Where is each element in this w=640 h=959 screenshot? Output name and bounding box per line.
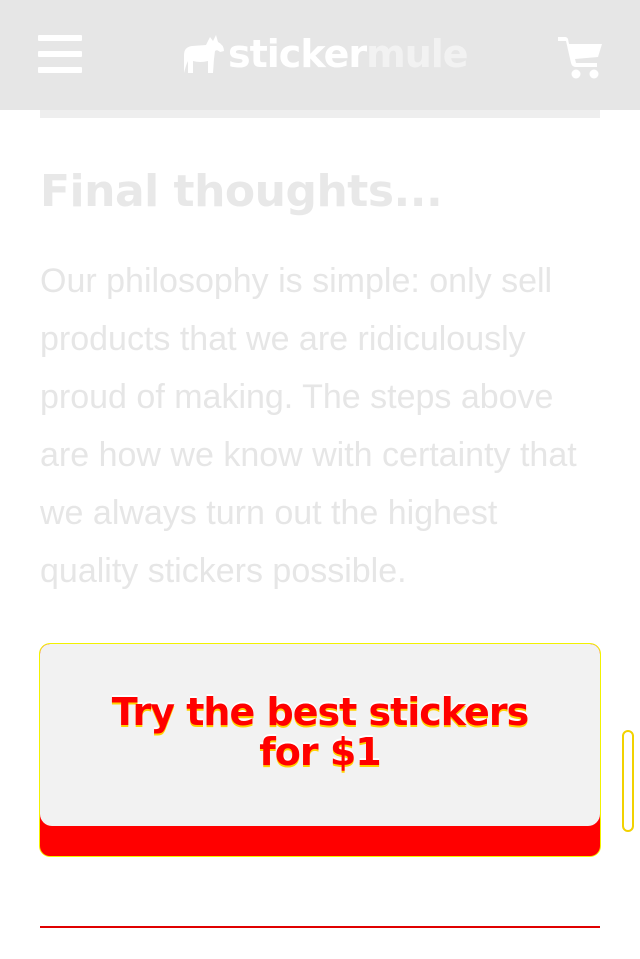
cta-label-line-1: Try the best stickers	[111, 690, 529, 734]
cta-button-face: Try the best stickers for $1	[40, 644, 600, 826]
cta-label: Try the best stickers for $1	[40, 692, 600, 772]
hamburger-menu-icon[interactable]	[38, 35, 82, 73]
top-navigation-bar: stickermule	[0, 0, 640, 110]
try-stickers-cta-button[interactable]: Try the best stickers for $1	[40, 644, 600, 856]
scroll-handle[interactable]	[622, 730, 634, 832]
sticker-mule-logo[interactable]: stickermule	[180, 30, 469, 78]
menu-bar	[38, 51, 82, 57]
page: stickermule Final thoughts... Our philos…	[0, 0, 640, 959]
logo-text-sticker: sticker	[228, 32, 367, 76]
mule-logo-icon	[184, 35, 224, 73]
section-paragraph: Our philosophy is simple: only sell prod…	[40, 262, 577, 590]
menu-bar	[38, 35, 82, 41]
menu-bar	[38, 67, 82, 73]
shopping-cart-icon[interactable]	[556, 36, 604, 80]
article-image-bottom-edge	[40, 110, 600, 118]
logo-text: stickermule	[228, 32, 469, 76]
logo-text-mule: mule	[366, 32, 468, 76]
cta-label-line-2: for $1	[259, 730, 382, 774]
section-divider	[40, 926, 600, 928]
section-heading: Final thoughts...	[40, 166, 443, 217]
